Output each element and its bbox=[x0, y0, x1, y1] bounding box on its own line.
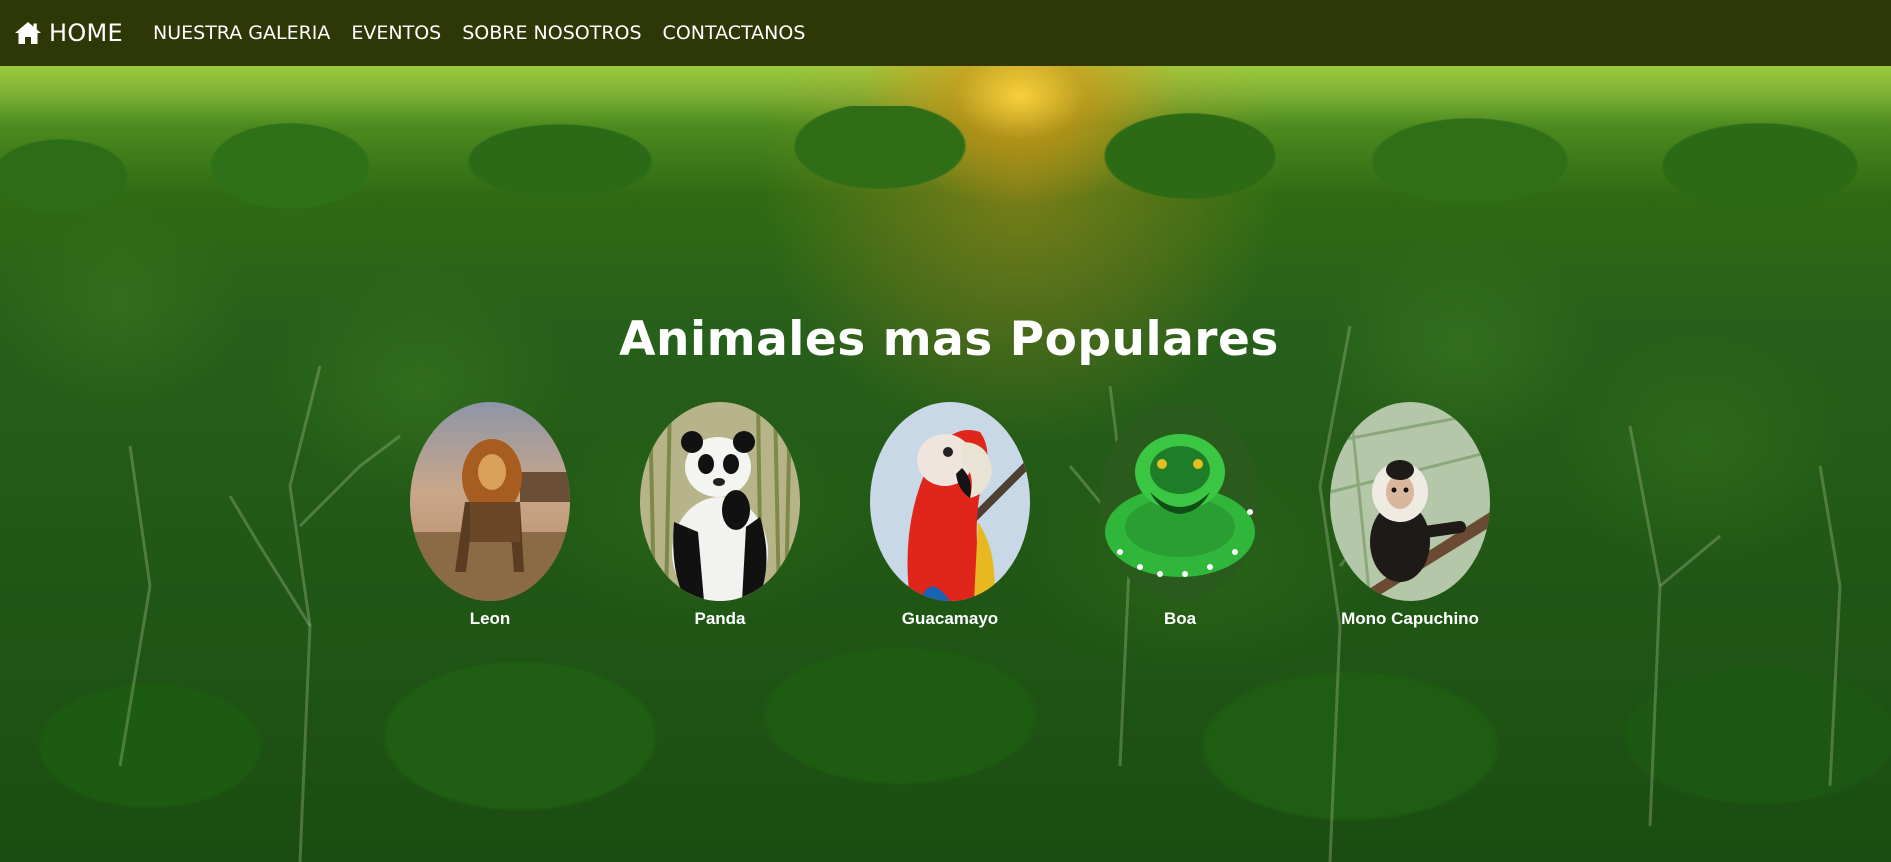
home-label: HOME bbox=[49, 19, 124, 47]
animal-card-leon[interactable]: Leon bbox=[390, 402, 590, 629]
canopy-front bbox=[0, 626, 1891, 862]
nav-link-galeria[interactable]: NUESTRA GALERIA bbox=[153, 22, 330, 44]
section-title: Animales mas Populares bbox=[619, 312, 1279, 367]
home-icon bbox=[14, 21, 42, 45]
animal-card-mono-capuchino[interactable]: Mono Capuchino bbox=[1310, 402, 1510, 629]
boa-photo[interactable] bbox=[1100, 402, 1260, 601]
guacamayo-photo[interactable] bbox=[870, 402, 1030, 601]
animal-card-guacamayo[interactable]: Guacamayo bbox=[850, 402, 1050, 629]
panda-photo[interactable] bbox=[640, 402, 800, 601]
animal-name: Mono Capuchino bbox=[1341, 609, 1479, 628]
animal-name: Guacamayo bbox=[901, 609, 999, 628]
animal-name: Boa bbox=[1163, 609, 1197, 628]
nav-link-eventos[interactable]: EVENTOS bbox=[351, 22, 441, 44]
home-link[interactable]: HOME bbox=[14, 19, 123, 47]
nav-link-contactanos[interactable]: CONTACTANOS bbox=[663, 22, 806, 44]
top-navbar: HOME NUESTRA GALERIA EVENTOS SOBRE NOSOT… bbox=[0, 0, 1891, 66]
animal-card-boa[interactable]: Boa bbox=[1080, 402, 1280, 629]
nav-link-sobre-nosotros[interactable]: SOBRE NOSOTROS bbox=[462, 22, 641, 44]
nav-links: NUESTRA GALERIA EVENTOS SOBRE NOSOTROS C… bbox=[153, 22, 826, 44]
animal-name: Panda bbox=[694, 609, 746, 628]
leon-photo[interactable] bbox=[410, 402, 570, 601]
mono-capuchino-photo[interactable] bbox=[1330, 402, 1490, 601]
animal-gallery: Leon Panda Guacamayo Boa Mono Capuchino bbox=[0, 402, 1891, 642]
animal-name: Leon bbox=[469, 609, 511, 628]
animal-card-panda[interactable]: Panda bbox=[620, 402, 820, 629]
